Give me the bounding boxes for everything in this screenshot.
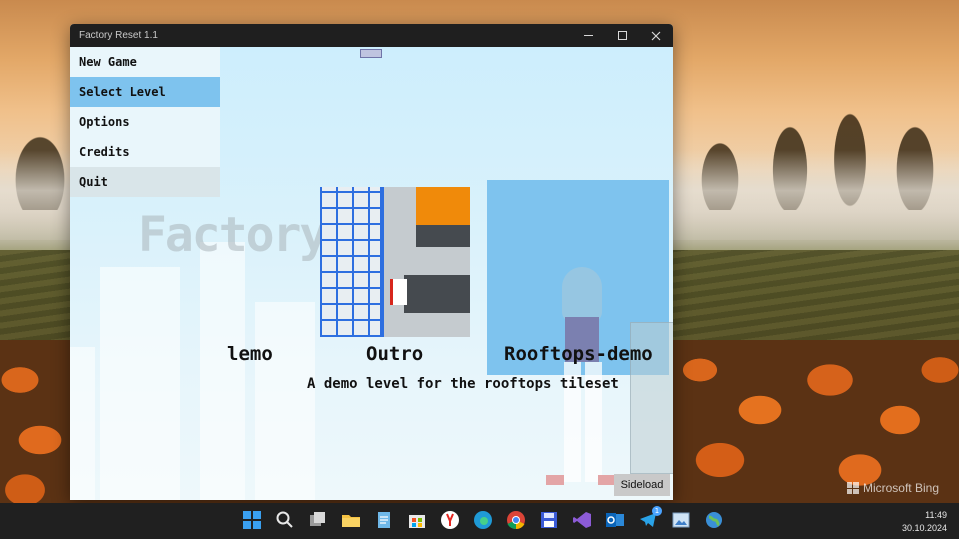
bing-logo-icon [846, 482, 859, 494]
microsoft-store-icon[interactable] [405, 508, 429, 532]
photo-viewer-icon[interactable] [669, 508, 693, 532]
level-title-rooftops-demo[interactable]: Rooftops-demo [504, 343, 653, 365]
level-title-intro[interactable]: lemo [227, 343, 273, 365]
notepad-icon[interactable] [372, 508, 396, 532]
save-disk-icon[interactable] [537, 508, 561, 532]
windows-start-icon[interactable] [240, 508, 264, 532]
menu-item-select-level[interactable]: Select Level [70, 77, 220, 107]
sideload-button[interactable]: Sideload [614, 474, 670, 496]
chrome-icon[interactable] [504, 508, 528, 532]
main-menu: New Game Select Level Options Credits Qu… [70, 47, 220, 197]
background-building [255, 302, 315, 500]
scroll-handle[interactable] [360, 49, 382, 58]
file-explorer-icon[interactable] [339, 508, 363, 532]
maximize-button[interactable] [605, 24, 639, 47]
system-clock[interactable]: 11:49 30.10.2024 [902, 509, 947, 535]
game-window: Factory Reset 1.1 Factory New Game Selec… [70, 24, 673, 500]
visual-studio-icon[interactable] [570, 508, 594, 532]
minimize-button[interactable] [571, 24, 605, 47]
menu-item-options[interactable]: Options [70, 107, 220, 137]
outlook-icon[interactable] [603, 508, 627, 532]
clock-time: 11:49 [925, 510, 947, 520]
yandex-browser-icon[interactable] [438, 508, 462, 532]
bing-watermark: Microsoft Bing [846, 481, 939, 495]
close-button[interactable] [639, 24, 673, 47]
game-canvas[interactable]: Factory New Game Select Level Options Cr… [70, 47, 673, 500]
background-game-logo: Factory [138, 207, 328, 263]
background-building [200, 242, 245, 500]
task-view-icon[interactable] [306, 508, 330, 532]
minimize-icon [583, 35, 593, 36]
window-title: Factory Reset 1.1 [79, 30, 158, 41]
taskbar: 1 11:49 30.10.2024 [0, 503, 959, 539]
edge-icon[interactable] [471, 508, 495, 532]
telegram-icon[interactable]: 1 [636, 506, 662, 532]
title-bar[interactable]: Factory Reset 1.1 [70, 24, 673, 47]
clock-date: 30.10.2024 [901, 523, 947, 533]
globe-app-icon[interactable] [702, 508, 726, 532]
notification-badge: 1 [652, 506, 662, 516]
level-thumbnail-outro[interactable] [320, 187, 470, 337]
background-building [100, 267, 180, 500]
menu-item-new-game[interactable]: New Game [70, 47, 220, 77]
level-title-outro[interactable]: Outro [366, 343, 423, 365]
search-icon[interactable] [273, 508, 297, 532]
close-icon [651, 31, 661, 40]
menu-item-credits[interactable]: Credits [70, 137, 220, 167]
background-building [70, 347, 95, 500]
menu-item-quit[interactable]: Quit [70, 167, 220, 197]
level-description: A demo level for the rooftops tileset [307, 376, 619, 392]
maximize-icon [617, 31, 627, 40]
